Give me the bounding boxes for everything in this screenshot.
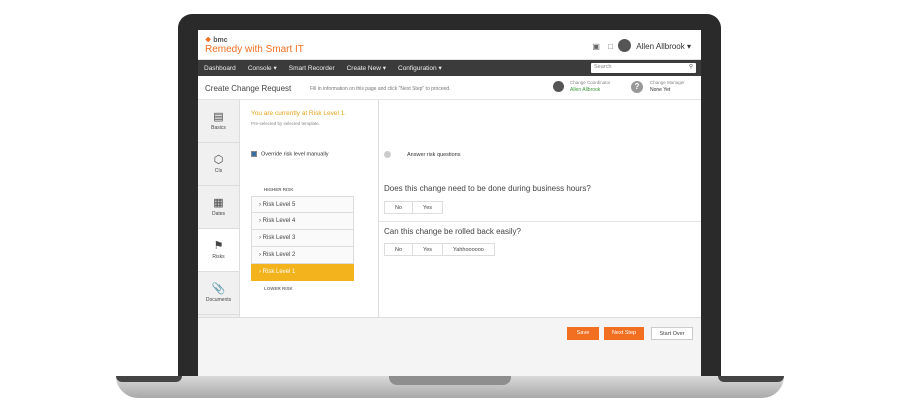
nav-dashboard[interactable]: Dashboard bbox=[204, 65, 236, 72]
step-cis[interactable]: ⬡ CIs bbox=[198, 143, 239, 186]
higher-risk-label: HIGHER RISK bbox=[264, 187, 294, 192]
coordinator-value[interactable]: Allen Allbrook bbox=[570, 87, 600, 93]
answer-questions-radio[interactable]: Answer risk questions bbox=[384, 151, 461, 158]
step-documents[interactable]: 📎 Documents bbox=[198, 272, 239, 315]
answer-questions-label: Answer risk questions bbox=[407, 151, 461, 158]
risk-level-4[interactable]: › Risk Level 4 bbox=[251, 213, 354, 230]
step-label: Documents bbox=[205, 297, 232, 303]
radio-icon[interactable] bbox=[384, 151, 391, 158]
nav-configuration[interactable]: Configuration ▾ bbox=[398, 64, 442, 72]
risk-level-subnote: Pre-selected by selected template. bbox=[251, 121, 321, 126]
save-button[interactable]: Save bbox=[567, 327, 599, 340]
risk-level-3[interactable]: › Risk Level 3 bbox=[251, 230, 354, 247]
book-icon[interactable]: ▣ bbox=[592, 42, 600, 51]
main-navbar: Dashboard Console ▾ Smart Recorder Creat… bbox=[198, 60, 701, 76]
search-input[interactable]: Search ⚲ bbox=[591, 63, 696, 73]
chat-icon[interactable]: □ bbox=[608, 42, 613, 51]
risk-level-label: Risk Level 5 bbox=[262, 202, 296, 208]
cube-icon: ⬡ bbox=[213, 154, 224, 166]
question-divider bbox=[379, 221, 701, 222]
step-label: Risks bbox=[212, 254, 225, 260]
risk-level-panel: You are currently at Risk Level 1. Pre-s… bbox=[240, 100, 379, 317]
step-basics[interactable]: ▤ Basics bbox=[198, 100, 239, 143]
risk-level-label: Risk Level 2 bbox=[262, 252, 296, 258]
flag-icon: ⚑ bbox=[213, 240, 224, 252]
question-icon: ? bbox=[631, 81, 643, 93]
checkbox-icon[interactable] bbox=[251, 151, 257, 157]
q1-yes-button[interactable]: Yes bbox=[412, 201, 444, 214]
step-label: Basics bbox=[211, 125, 226, 131]
step-risks[interactable]: ⚑ Risks bbox=[198, 229, 239, 272]
question-1-options: No Yes bbox=[384, 201, 444, 214]
q1-no-button[interactable]: No bbox=[384, 201, 414, 214]
risk-level-5[interactable]: › Risk Level 5 bbox=[251, 196, 354, 213]
override-label: Override risk level manually bbox=[261, 151, 329, 158]
search-icon[interactable]: ⚲ bbox=[689, 64, 693, 70]
page-instructions: Fill in information on this page and cli… bbox=[310, 86, 451, 92]
page-footer: Save Next Step Start Over bbox=[198, 317, 701, 376]
question-2-options: No Yes Yahhoooooo bbox=[384, 243, 495, 256]
app-header: ❖ bmc Remedy with Smart IT ▣ □ Allen Allb… bbox=[198, 30, 701, 60]
page-title: Create Change Request bbox=[205, 84, 292, 93]
q2-yahhoooooo-button[interactable]: Yahhoooooo bbox=[442, 243, 495, 256]
user-menu[interactable]: Allen Allbrook ▾ bbox=[636, 42, 691, 51]
coordinator-avatar bbox=[553, 81, 564, 92]
q2-no-button[interactable]: No bbox=[384, 243, 414, 256]
laptop-notch bbox=[389, 376, 511, 385]
bmc-logo-mark-icon: ❖ bbox=[205, 37, 212, 44]
risk-level-note: You are currently at Risk Level 1. bbox=[251, 110, 347, 117]
risk-level-2[interactable]: › Risk Level 2 bbox=[251, 247, 354, 264]
manager-value: None Yet bbox=[650, 87, 671, 93]
page-title-bar: Create Change Request Fill in informatio… bbox=[198, 76, 701, 100]
start-over-button[interactable]: Start Over bbox=[651, 327, 693, 340]
risk-level-label: Risk Level 4 bbox=[262, 218, 296, 224]
calendar-icon: ▦ bbox=[213, 197, 224, 209]
lower-risk-label: LOWER RISK bbox=[264, 286, 293, 291]
coordinator-label: Change Coordinator bbox=[570, 80, 611, 85]
risk-questions-panel: Answer risk questions Does this change n… bbox=[379, 100, 701, 317]
main-content: ▤ Basics ⬡ CIs ▦ Dates ⚑ Risks 📎 Documen… bbox=[198, 100, 701, 317]
laptop-hinge-right bbox=[718, 376, 784, 382]
next-step-button[interactable]: Next Step bbox=[604, 327, 644, 340]
laptop-base bbox=[116, 376, 784, 398]
brand-text: bmc bbox=[213, 37, 228, 44]
question-2: Can this change be rolled back easily? bbox=[384, 227, 521, 236]
document-icon: ▤ bbox=[213, 111, 224, 123]
user-avatar[interactable] bbox=[618, 39, 631, 52]
laptop-hinge-left bbox=[116, 376, 182, 382]
override-checkbox[interactable]: Override risk level manually bbox=[251, 151, 329, 157]
step-dates[interactable]: ▦ Dates bbox=[198, 186, 239, 229]
nav-console[interactable]: Console ▾ bbox=[248, 64, 277, 72]
step-label: CIs bbox=[214, 168, 223, 174]
paperclip-icon: 📎 bbox=[211, 283, 226, 295]
nav-create-new[interactable]: Create New ▾ bbox=[347, 64, 386, 72]
step-nav: ▤ Basics ⬡ CIs ▦ Dates ⚑ Risks 📎 Documen… bbox=[198, 100, 240, 317]
risk-level-label: Risk Level 1 bbox=[262, 269, 296, 275]
q2-yes-button[interactable]: Yes bbox=[412, 243, 444, 256]
manager-label: Change Manager bbox=[650, 80, 685, 85]
step-label: Dates bbox=[211, 211, 226, 217]
risk-level-label: Risk Level 3 bbox=[262, 235, 296, 241]
nav-smart-recorder[interactable]: Smart Recorder bbox=[289, 65, 335, 72]
app-screen: ❖ bmc Remedy with Smart IT ▣ □ Allen Allb… bbox=[198, 30, 701, 376]
search-placeholder: Search bbox=[594, 64, 612, 70]
question-1: Does this change need to be done during … bbox=[384, 184, 591, 193]
risk-level-1[interactable]: › Risk Level 1 bbox=[251, 264, 354, 281]
header-icons: ▣ □ bbox=[586, 42, 613, 51]
risk-level-list: › Risk Level 5 › Risk Level 4 › Risk Lev… bbox=[251, 196, 354, 281]
app-title: Remedy with Smart IT bbox=[205, 44, 304, 55]
bmc-logo: ❖ bmc bbox=[205, 36, 228, 44]
